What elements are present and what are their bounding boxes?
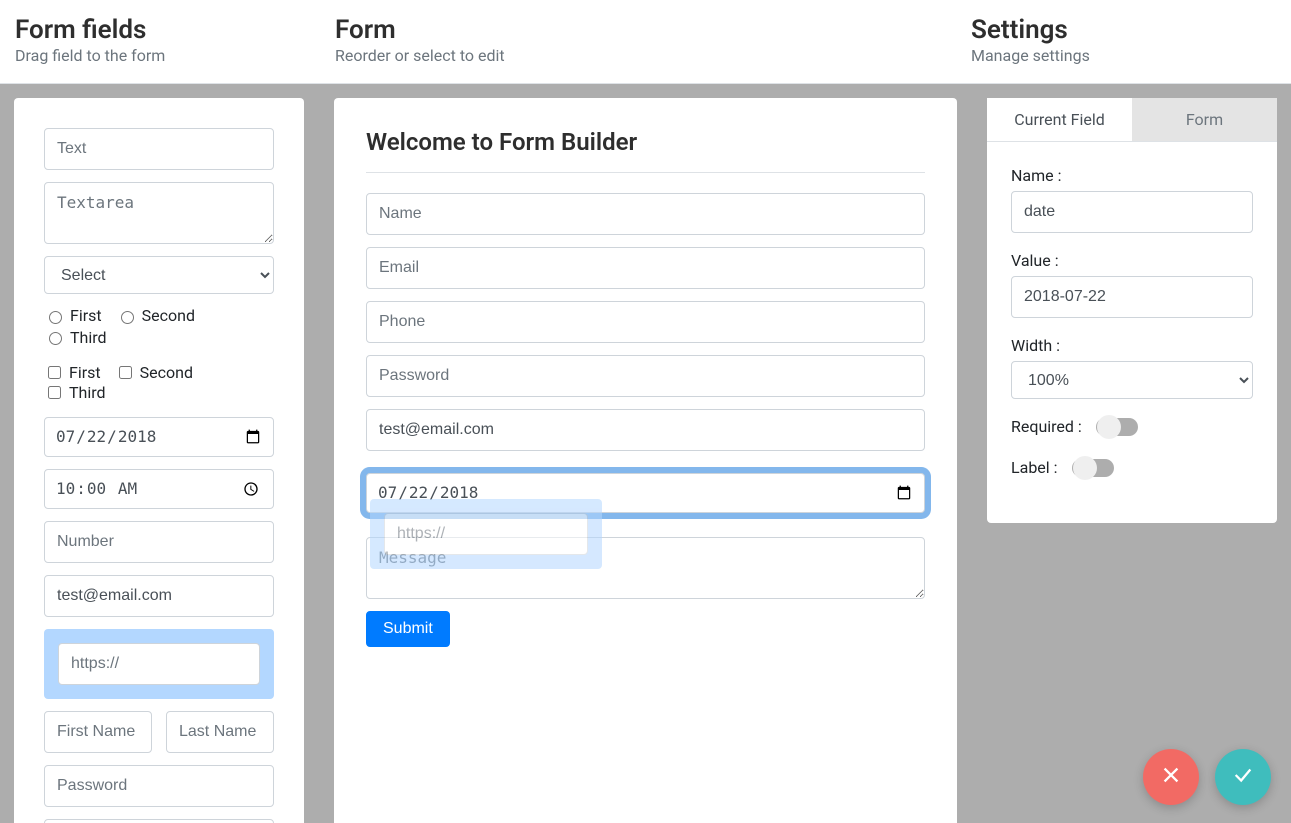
- settings-tabs: Current Field Form: [987, 98, 1277, 142]
- palette-date[interactable]: [44, 417, 274, 457]
- palette-radio-group[interactable]: First Second Third: [44, 306, 274, 349]
- header-form-subtitle: Reorder or select to edit: [335, 46, 971, 65]
- setting-required-label: Required :: [1011, 417, 1082, 436]
- form-field-phone[interactable]: [366, 301, 925, 343]
- header-form-fields-subtitle: Drag field to the form: [15, 46, 335, 65]
- setting-value: Value :: [1011, 251, 1253, 318]
- settings-body: Name : Value : Width : 100% Required :: [987, 142, 1277, 523]
- drag-ghost-url-field[interactable]: [370, 499, 602, 569]
- palette-check-second[interactable]: [119, 366, 132, 379]
- close-icon: [1160, 764, 1182, 790]
- setting-name-label: Name :: [1011, 166, 1253, 185]
- header-settings-title: Settings: [971, 15, 1276, 45]
- form-email-input[interactable]: [366, 247, 925, 289]
- palette-first-name-input[interactable]: [44, 711, 152, 753]
- field-palette: Select First Second Third First Second T…: [14, 98, 304, 823]
- palette-email[interactable]: [44, 575, 274, 617]
- form-canvas: Welcome to Form Builder: [334, 98, 957, 823]
- palette-text-input[interactable]: [44, 128, 274, 170]
- form-email-value-input[interactable]: [366, 409, 925, 451]
- setting-required: Required :: [1011, 417, 1253, 436]
- tab-current-field[interactable]: Current Field: [987, 98, 1132, 141]
- palette-select[interactable]: Select: [44, 256, 274, 294]
- palette-select-input[interactable]: Select: [44, 256, 274, 294]
- palette-extra[interactable]: [44, 819, 274, 823]
- palette-text[interactable]: [44, 128, 274, 170]
- palette-radio-second[interactable]: [121, 311, 134, 324]
- header-settings: Settings Manage settings: [971, 15, 1276, 65]
- palette-last-name-input[interactable]: [166, 711, 274, 753]
- submit-button[interactable]: Submit: [366, 611, 450, 647]
- setting-width-label: Width :: [1011, 336, 1253, 355]
- setting-required-toggle[interactable]: [1096, 418, 1138, 436]
- drag-ghost-url-input[interactable]: [384, 513, 588, 555]
- palette-time-input[interactable]: [44, 469, 274, 509]
- palette-textarea[interactable]: [44, 182, 274, 244]
- confirm-button[interactable]: [1215, 749, 1271, 805]
- palette-checkbox-group[interactable]: First Second Third: [44, 363, 274, 403]
- workspace: Select First Second Third First Second T…: [0, 84, 1291, 823]
- setting-width: Width : 100%: [1011, 336, 1253, 399]
- setting-value-label: Value :: [1011, 251, 1253, 270]
- palette-fullname[interactable]: [44, 711, 274, 753]
- palette-email-input[interactable]: [44, 575, 274, 617]
- setting-value-input[interactable]: [1011, 276, 1253, 318]
- palette-password-input[interactable]: [44, 765, 274, 807]
- form-field-email[interactable]: [366, 247, 925, 289]
- palette-date-input[interactable]: [44, 417, 274, 457]
- form-divider: [366, 172, 925, 173]
- header-form-title: Form: [335, 15, 971, 45]
- form-title: Welcome to Form Builder: [366, 128, 925, 156]
- palette-number[interactable]: [44, 521, 274, 563]
- form-phone-input[interactable]: [366, 301, 925, 343]
- setting-label-label: Label :: [1011, 458, 1058, 477]
- palette-check-third[interactable]: [48, 386, 61, 399]
- tab-form[interactable]: Form: [1132, 98, 1277, 141]
- palette-check-first[interactable]: [48, 366, 61, 379]
- page-headers: Form fields Drag field to the form Form …: [0, 0, 1291, 84]
- check-icon: [1232, 764, 1254, 790]
- header-form: Form Reorder or select to edit: [335, 15, 971, 65]
- form-field-password[interactable]: [366, 355, 925, 397]
- setting-label-toggle[interactable]: [1072, 459, 1114, 477]
- setting-label: Label :: [1011, 458, 1253, 477]
- fab-row: [1143, 749, 1271, 805]
- palette-radio-first[interactable]: [49, 311, 62, 324]
- settings-panel: Current Field Form Name : Value : Width …: [987, 98, 1277, 523]
- header-form-fields-title: Form fields: [15, 15, 335, 45]
- palette-number-input[interactable]: [44, 521, 274, 563]
- form-field-email-value[interactable]: [366, 409, 925, 451]
- palette-url-input[interactable]: [58, 643, 260, 685]
- setting-width-select[interactable]: 100%: [1011, 361, 1253, 399]
- setting-name-input[interactable]: [1011, 191, 1253, 233]
- palette-extra-input[interactable]: [44, 819, 274, 823]
- setting-name: Name :: [1011, 166, 1253, 233]
- header-form-fields: Form fields Drag field to the form: [15, 15, 335, 65]
- form-password-input[interactable]: [366, 355, 925, 397]
- form-field-name[interactable]: [366, 193, 925, 235]
- cancel-button[interactable]: [1143, 749, 1199, 805]
- palette-password[interactable]: [44, 765, 274, 807]
- palette-radio-third[interactable]: [49, 332, 62, 345]
- form-name-input[interactable]: [366, 193, 925, 235]
- header-settings-subtitle: Manage settings: [971, 46, 1276, 65]
- palette-url-highlighted[interactable]: [44, 629, 274, 699]
- palette-textarea-input[interactable]: [44, 182, 274, 244]
- palette-time[interactable]: [44, 469, 274, 509]
